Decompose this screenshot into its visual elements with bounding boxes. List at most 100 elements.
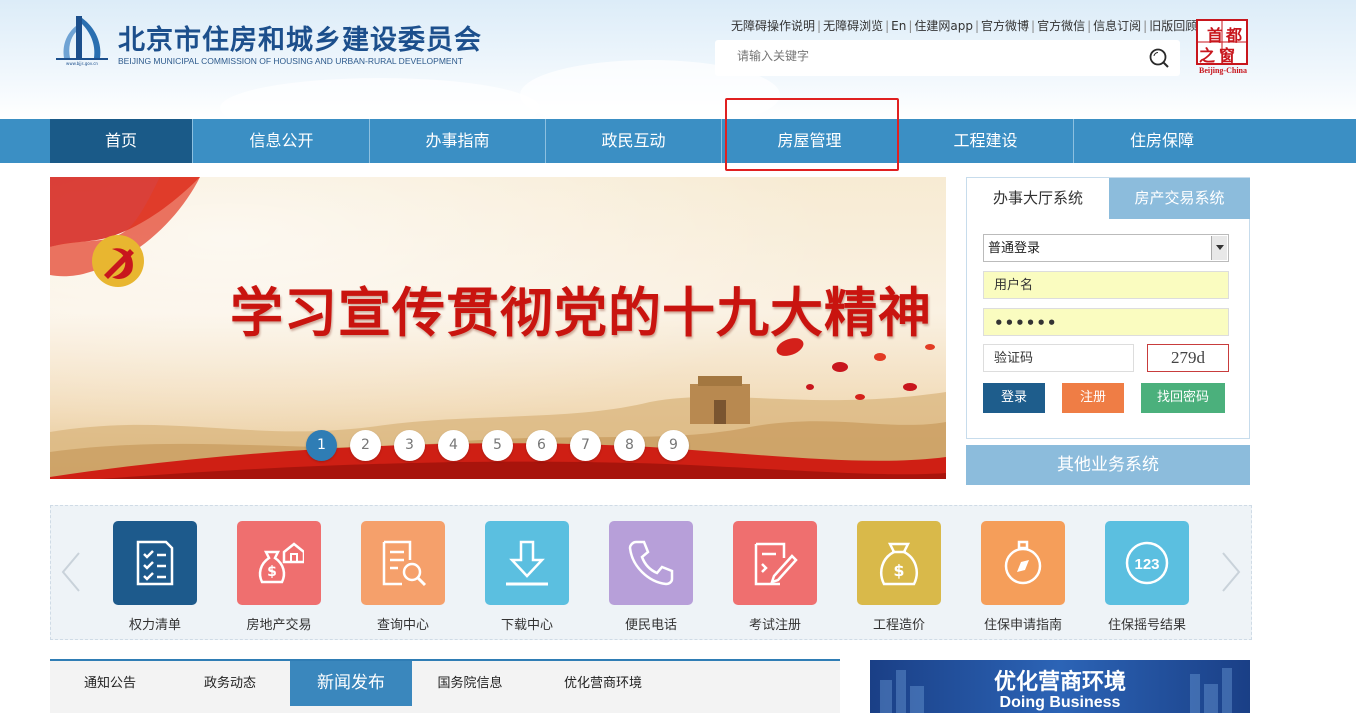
top-link-english[interactable]: En [891,19,906,33]
top-links: 无障碍操作说明 | 无障碍浏览 | En | 住建网app | 官方微博 | 官方微信 | 信息订阅 | 旧… [731,19,1198,33]
shortcut-housing-application-guide[interactable]: 住保申请指南 [973,521,1073,633]
shortcut-tile [733,521,817,605]
svg-text:www.bjjs.gov.cn: www.bjjs.gov.cn [66,61,98,66]
lottery-number-icon: 123 [1125,541,1169,585]
business-environment-banner[interactable]: 优化营商环境 Doing Business [870,660,1250,713]
login-type-select[interactable]: 普通登录 [983,234,1229,262]
shortcut-label: 房地产交易 [246,618,312,633]
shortcut-tile: 123 [1105,521,1189,605]
search-input[interactable] [737,49,1117,63]
capital-window-logo[interactable]: 首都 之窗 Beijing-China [1195,18,1251,78]
exam-edit-icon [754,542,798,586]
capital-logo-line2: 之窗 [1199,46,1240,65]
carousel-dot[interactable]: 3 [394,430,425,461]
business-banner-subtitle: Doing Business [999,694,1121,711]
shortcut-exam-registration[interactable]: 考试注册 [725,521,825,633]
shortcut-tile [981,521,1065,605]
tab-government-news[interactable]: 政务动态 [170,661,290,706]
shortcut-housing-lottery-results[interactable]: 123 住保摇号结果 [1097,521,1197,633]
chevron-right-icon[interactable] [1219,551,1243,593]
tab-press-release[interactable]: 新闻发布 [290,661,412,706]
shortcut-label: 查询中心 [376,618,429,633]
password-field[interactable]: •••••• [983,308,1229,336]
party-flag-icon [50,177,200,287]
carousel-dot[interactable]: 9 [658,430,689,461]
top-link-accessible-browse[interactable]: 无障碍浏览 [823,19,883,33]
document-search-icon [382,540,427,587]
top-link-weibo[interactable]: 官方微博 [981,19,1029,33]
shortcut-tile [609,521,693,605]
top-link-wechat[interactable]: 官方微信 [1037,19,1085,33]
carousel-dot[interactable]: 5 [482,430,513,461]
download-icon [506,540,548,586]
shortcut-project-cost[interactable]: $ 工程造价 [849,521,949,633]
search-icon[interactable] [1148,47,1170,69]
nav-construction[interactable]: 工程建设 [898,119,1074,163]
shortcut-download-center[interactable]: 下载中心 [477,521,577,633]
commission-logo-icon[interactable]: www.bjjs.gov.cn [52,14,112,66]
login-panel: 办事大厅系统 房产交易系统 普通登录 用户名 •••••• 验证码 279d 登… [966,177,1250,439]
shortcut-label: 住保申请指南 [983,618,1062,633]
shortcut-query-center[interactable]: 查询中心 [353,521,453,633]
carousel-dot[interactable]: 7 [570,430,601,461]
nav-info-disclosure[interactable]: 信息公开 [194,119,370,163]
tab-business-environment[interactable]: 优化营商环境 [528,661,678,706]
captcha-input[interactable]: 验证码 [983,344,1134,372]
carousel-dot[interactable]: 8 [614,430,645,461]
captcha-image[interactable]: 279d [1147,344,1229,372]
nav-public-interaction[interactable]: 政民互动 [546,119,722,163]
top-link-app[interactable]: 住建网app [914,19,973,33]
main-nav: 首页 信息公开 办事指南 政民互动 房屋管理 工程建设 住房保障 [0,119,1356,163]
shortcut-label: 住保摇号结果 [1107,618,1186,633]
shortcut-label: 工程造价 [872,618,925,633]
recover-password-button[interactable]: 找回密码 [1141,383,1225,413]
shortcut-real-estate-trading[interactable]: $ 房地产交易 [229,521,329,633]
checklist-icon [136,540,174,586]
svg-text:$: $ [893,561,904,580]
tab-state-council-info[interactable]: 国务院信息 [412,661,528,706]
username-field[interactable]: 用户名 [983,271,1229,299]
compass-icon [1004,540,1042,585]
carousel-dot[interactable]: 2 [350,430,381,461]
shortcut-tile: $ [857,521,941,605]
other-systems-button[interactable]: 其他业务系统 [966,445,1250,485]
capital-logo-caption: Beijing-China [1198,66,1247,75]
site-header: www.bjjs.gov.cn 北京市住房和城乡建设委员会 BEIJING MU… [0,0,1356,119]
cloud-decoration [220,78,540,119]
search-box [715,40,1180,76]
shortcut-tile [361,521,445,605]
nav-housing-security[interactable]: 住房保障 [1074,119,1250,163]
chevron-left-icon[interactable] [59,551,83,593]
top-link-subscribe[interactable]: 信息订阅 [1093,19,1141,33]
shortcut-tile [485,521,569,605]
shortcut-tile: $ [237,521,321,605]
shortcut-power-list[interactable]: 权力清单 [105,521,205,633]
petals-decoration [776,338,935,400]
carousel-dot[interactable]: 6 [526,430,557,461]
shortcut-tile [113,521,197,605]
nav-home[interactable]: 首页 [50,119,193,163]
carousel-dot[interactable]: 1 [306,430,337,461]
register-button[interactable]: 注册 [1062,383,1124,413]
top-link-accessibility-guide[interactable]: 无障碍操作说明 [731,19,815,33]
nav-service-guide[interactable]: 办事指南 [370,119,546,163]
site-subtitle: BEIJING MUNICIPAL COMMISSION OF HOUSING … [118,56,463,66]
carousel-dot[interactable]: 4 [438,430,469,461]
money-bag-house-icon: $ [258,542,304,584]
tab-property-trading[interactable]: 房产交易系统 [1109,178,1250,219]
tab-notices[interactable]: 通知公告 [50,661,170,706]
svg-text:$: $ [267,564,277,580]
nav-highlight-box [725,98,899,171]
shortcut-label: 权力清单 [128,618,181,633]
business-banner-title: 优化营商环境 [993,670,1126,695]
tab-service-hall[interactable]: 办事大厅系统 [967,178,1109,219]
news-tabs: 通知公告 政务动态 新闻发布 国务院信息 优化营商环境 [50,659,840,713]
site-title: 北京市住房和城乡建设委员会 [118,25,482,56]
shortcut-bar: 权力清单 $ 房地产交易 查询中心 下载中心 便民电话 考试注册 $ 工程造价 … [50,505,1252,640]
phone-icon [628,540,674,586]
svg-text:123: 123 [1134,556,1159,573]
shortcut-public-phone[interactable]: 便民电话 [601,521,701,633]
login-button[interactable]: 登录 [983,383,1045,413]
top-link-old-version[interactable]: 旧版回顾 [1149,19,1197,33]
chevron-down-icon[interactable] [1211,236,1227,260]
